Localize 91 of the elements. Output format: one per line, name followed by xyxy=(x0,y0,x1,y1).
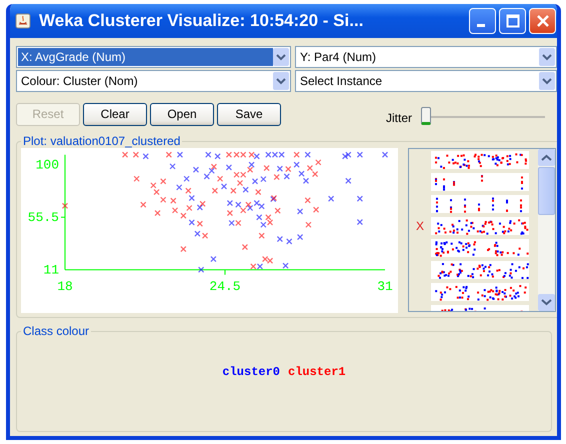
data-point xyxy=(276,236,283,242)
data-point xyxy=(305,222,312,228)
data-point xyxy=(296,208,304,215)
data-point xyxy=(188,219,195,226)
window-title: Weka Clusterer Visualize: 10:54:20 - Si... xyxy=(39,11,364,31)
x-tick-label: 24.5 xyxy=(209,279,241,294)
data-point xyxy=(170,198,176,204)
data-point xyxy=(315,159,322,166)
data-point xyxy=(345,178,352,184)
data-point xyxy=(286,238,292,244)
data-point xyxy=(356,152,363,158)
slider-thumb[interactable] xyxy=(421,107,432,125)
data-point xyxy=(304,197,311,204)
attribute-strip[interactable] xyxy=(431,151,529,169)
data-point xyxy=(294,162,300,168)
data-point xyxy=(196,220,203,227)
attribute-strip[interactable] xyxy=(431,173,529,191)
attribute-strip[interactable] xyxy=(431,217,529,235)
scroll-up-icon[interactable] xyxy=(538,149,555,166)
data-point xyxy=(176,152,184,158)
data-point xyxy=(180,246,186,252)
data-point xyxy=(312,206,320,213)
data-point xyxy=(382,152,388,158)
button[interactable]: Save xyxy=(217,102,281,126)
data-point xyxy=(210,256,217,262)
data-point xyxy=(142,153,149,160)
data-point xyxy=(296,234,304,240)
data-point xyxy=(192,166,200,173)
y-tick-label: 11 xyxy=(43,262,59,278)
minimize-icon xyxy=(476,24,484,26)
attribute-strip[interactable] xyxy=(431,283,529,301)
y-tick-label: 100 xyxy=(36,158,59,173)
data-point xyxy=(140,202,146,208)
data-point xyxy=(169,163,176,170)
legend-label: cluster0 xyxy=(222,365,280,379)
attribute-strip[interactable] xyxy=(431,239,529,257)
data-point xyxy=(154,210,161,216)
jitter-label: Jitter xyxy=(386,111,412,125)
attribute-strip[interactable] xyxy=(431,195,529,213)
data-point xyxy=(184,176,190,182)
scroll-down-icon[interactable] xyxy=(538,294,555,311)
data-point xyxy=(282,262,289,269)
data-point xyxy=(304,152,311,158)
data-point xyxy=(294,152,300,158)
data-point xyxy=(356,196,363,202)
data-point xyxy=(242,244,248,250)
data-point xyxy=(255,189,262,196)
close-icon xyxy=(536,14,550,28)
data-point xyxy=(198,266,204,273)
maximize-button[interactable] xyxy=(499,8,526,34)
close-button[interactable] xyxy=(529,8,556,34)
dropdown[interactable]: Select Instance xyxy=(295,70,557,92)
data-point xyxy=(176,184,182,190)
data-point xyxy=(172,207,178,214)
data-point xyxy=(258,232,265,239)
data-point xyxy=(62,202,68,209)
data-point xyxy=(214,153,221,160)
x-tick-label: 18 xyxy=(57,279,73,294)
dropdown[interactable]: Colour: Cluster (Nom) xyxy=(16,70,291,92)
data-point xyxy=(226,210,234,216)
maximize-icon xyxy=(506,14,520,28)
data-point xyxy=(264,164,270,172)
x-marker: X xyxy=(416,219,424,233)
data-point xyxy=(356,218,363,226)
button[interactable]: Clear xyxy=(83,102,147,126)
minimize-button[interactable] xyxy=(469,8,496,34)
attribute-strip[interactable] xyxy=(431,261,529,279)
scrollbar[interactable] xyxy=(538,149,555,311)
data-point xyxy=(226,200,234,206)
data-point xyxy=(134,176,140,182)
data-point xyxy=(122,152,128,158)
group-title: Class colour xyxy=(22,324,90,338)
data-point xyxy=(160,178,166,184)
y-tick-label: 55.5 xyxy=(28,210,59,226)
data-point xyxy=(274,208,281,214)
data-point xyxy=(274,174,280,180)
button[interactable]: Open xyxy=(150,102,214,126)
legend-label: cluster1 xyxy=(288,365,346,379)
data-point xyxy=(132,152,139,158)
scroll-thumb[interactable] xyxy=(538,167,555,215)
data-point xyxy=(260,176,266,182)
dropdown[interactable]: X: AvgGrade (Num) xyxy=(16,46,291,68)
group-title: Plot: valuation0107_clustered xyxy=(22,134,182,148)
data-point xyxy=(328,196,334,202)
data-point xyxy=(205,152,212,158)
data-point xyxy=(252,178,258,184)
data-point xyxy=(166,152,172,158)
data-point xyxy=(212,188,218,194)
dropdown[interactable]: Y: Par4 (Num) xyxy=(295,46,557,68)
app-icon xyxy=(15,13,31,29)
x-tick-label: 31 xyxy=(377,279,393,294)
